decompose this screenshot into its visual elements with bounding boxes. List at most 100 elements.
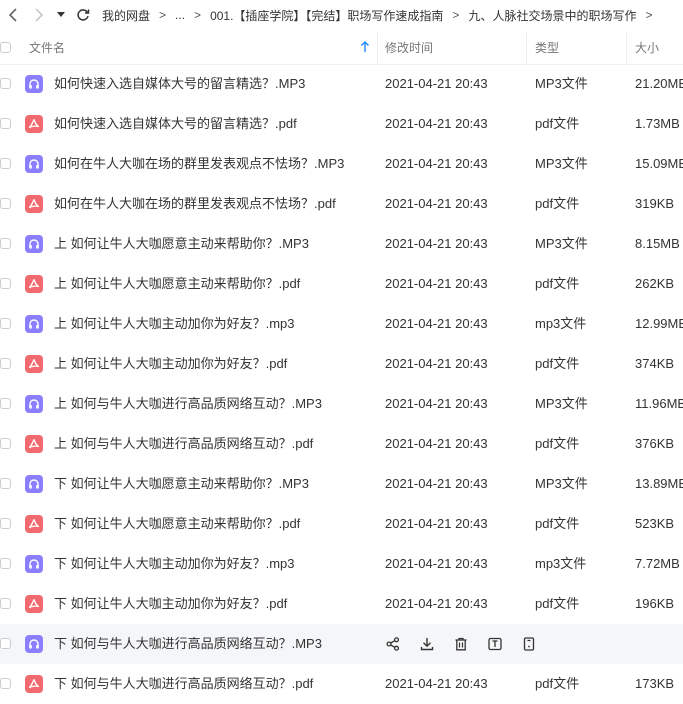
file-name[interactable]: 上 如何让牛人大咖主动加你为好友？.mp3	[54, 304, 295, 344]
pdf-file-icon	[25, 435, 43, 453]
file-type: MP3文件	[535, 396, 588, 411]
sort-ascending-icon[interactable]	[360, 41, 370, 55]
breadcrumb-item[interactable]: 九、人脉社交场景中的职场写作	[468, 7, 636, 24]
file-size: 374KB	[635, 356, 675, 371]
file-type: MP3文件	[535, 76, 588, 91]
file-row[interactable]: 如何快速入选自媒体大号的留言精选？.pdf 2021-04-21 20:43 pdf…	[0, 104, 683, 144]
file-modified-time: 2021-04-21 20:43	[385, 676, 488, 691]
file-row[interactable]: 上 如何与牛人大咖进行高品质网络互动？.MP3 2021-04-21 20:43 M…	[0, 384, 683, 424]
column-divider[interactable]	[377, 32, 378, 64]
row-checkbox[interactable]	[0, 118, 11, 129]
file-name[interactable]: 如何快速入选自媒体大号的留言精选？.pdf	[54, 104, 297, 144]
column-divider[interactable]	[626, 32, 627, 64]
rename-icon[interactable]	[487, 636, 503, 652]
file-name[interactable]: 下 如何与牛人大咖进行高品质网络互动？.pdf	[54, 664, 313, 704]
more-icon[interactable]	[521, 636, 537, 652]
row-checkbox[interactable]	[0, 318, 11, 329]
back-button[interactable]	[0, 0, 26, 30]
file-name[interactable]: 下 如何让牛人大咖愿意主动来帮助你？.pdf	[54, 504, 300, 544]
file-name[interactable]: 如何在牛人大咖在场的群里发表观点不怯场？.MP3	[54, 144, 344, 184]
audio-file-icon	[25, 75, 43, 93]
file-modified-time: 2021-04-21 20:43	[385, 236, 488, 251]
pdf-file-icon	[25, 195, 43, 213]
file-row[interactable]: 如何在牛人大咖在场的群里发表观点不怯场？.MP3 2021-04-21 20:43…	[0, 144, 683, 184]
file-size: 13.89MB	[635, 476, 683, 491]
select-all-checkbox[interactable]	[0, 42, 11, 53]
row-checkbox[interactable]	[0, 678, 11, 689]
row-checkbox[interactable]	[0, 438, 11, 449]
row-checkbox[interactable]	[0, 518, 11, 529]
pdf-file-icon	[25, 515, 43, 533]
file-row[interactable]: 上 如何让牛人大咖主动加你为好友？.pdf 2021-04-21 20:43 pdf…	[0, 344, 683, 384]
column-header-time[interactable]: 修改时间	[385, 32, 433, 64]
file-size: 376KB	[635, 436, 675, 451]
column-header-type[interactable]: 类型	[535, 32, 559, 64]
file-name[interactable]: 下 如何让牛人大咖愿意主动来帮助你？.MP3	[54, 464, 309, 504]
file-row[interactable]: 下 如何让牛人大咖主动加你为好友？.mp3 2021-04-21 20:43 mp3…	[0, 544, 683, 584]
refresh-button[interactable]	[70, 0, 96, 30]
file-type: MP3文件	[535, 476, 588, 491]
file-size: 8.15MB	[635, 236, 680, 251]
breadcrumb-separator: >	[194, 8, 202, 22]
file-size: 15.09MB	[635, 156, 683, 171]
row-checkbox[interactable]	[0, 478, 11, 489]
breadcrumb-ellipsis[interactable]: ...	[175, 8, 185, 22]
file-modified-time: 2021-04-21 20:43	[385, 396, 488, 411]
row-checkbox[interactable]	[0, 278, 11, 289]
file-name[interactable]: 下 如何与牛人大咖进行高品质网络互动？.MP3	[54, 624, 322, 664]
file-row[interactable]: 下 如何与牛人大咖进行高品质网络互动？.MP3	[0, 624, 683, 664]
audio-file-icon	[25, 235, 43, 253]
file-row[interactable]: 上 如何与牛人大咖进行高品质网络互动？.pdf 2021-04-21 20:43 p…	[0, 424, 683, 464]
file-name[interactable]: 如何快速入选自媒体大号的留言精选？.MP3	[54, 64, 305, 104]
row-checkbox[interactable]	[0, 598, 11, 609]
file-type: MP3文件	[535, 156, 588, 171]
file-row[interactable]: 上 如何让牛人大咖愿意主动来帮助你？.MP3 2021-04-21 20:43 MP…	[0, 224, 683, 264]
row-checkbox[interactable]	[0, 638, 11, 649]
file-name[interactable]: 上 如何让牛人大咖主动加你为好友？.pdf	[54, 344, 287, 384]
row-checkbox[interactable]	[0, 158, 11, 169]
file-row[interactable]: 上 如何让牛人大咖主动加你为好友？.mp3 2021-04-21 20:43 mp3…	[0, 304, 683, 344]
file-name[interactable]: 上 如何与牛人大咖进行高品质网络互动？.pdf	[54, 424, 313, 464]
row-checkbox[interactable]	[0, 358, 11, 369]
file-row[interactable]: 下 如何让牛人大咖愿意主动来帮助你？.MP3 2021-04-21 20:43 MP…	[0, 464, 683, 504]
audio-file-icon	[25, 475, 43, 493]
forward-button[interactable]	[26, 0, 52, 30]
column-header-size[interactable]: 大小	[635, 32, 659, 64]
file-row[interactable]: 上 如何让牛人大咖愿意主动来帮助你？.pdf 2021-04-21 20:43 pd…	[0, 264, 683, 304]
file-type: pdf文件	[535, 276, 580, 291]
row-checkbox[interactable]	[0, 558, 11, 569]
file-name[interactable]: 如何在牛人大咖在场的群里发表观点不怯场？.pdf	[54, 184, 336, 224]
breadcrumb-item[interactable]: 我的网盘	[102, 7, 150, 24]
download-icon[interactable]	[419, 636, 435, 652]
file-size: 11.96MB	[635, 396, 683, 411]
history-dropdown-button[interactable]	[52, 0, 70, 30]
file-row[interactable]: 如何快速入选自媒体大号的留言精选？.MP3 2021-04-21 20:43 MP3…	[0, 64, 683, 104]
file-row[interactable]: 如何在牛人大咖在场的群里发表观点不怯场？.pdf 2021-04-21 20:43…	[0, 184, 683, 224]
file-row[interactable]: 下 如何让牛人大咖愿意主动来帮助你？.pdf 2021-04-21 20:43 pd…	[0, 504, 683, 544]
file-name[interactable]: 上 如何让牛人大咖愿意主动来帮助你？.pdf	[54, 264, 300, 304]
file-modified-time: 2021-04-21 20:43	[385, 516, 488, 531]
breadcrumb: 我的网盘 >... >001.【插座学院】【完结】职场写作速成指南 > 九、人脉社交场景…	[102, 7, 661, 24]
row-checkbox[interactable]	[0, 78, 11, 89]
column-divider[interactable]	[526, 32, 527, 64]
row-checkbox[interactable]	[0, 398, 11, 409]
breadcrumb-item[interactable]: 001.【插座学院】【完结】职场写作速成指南	[210, 7, 443, 24]
file-name[interactable]: 上 如何与牛人大咖进行高品质网络互动？.MP3	[54, 384, 322, 424]
file-size: 7.72MB	[635, 556, 680, 571]
file-row[interactable]: 下 如何让牛人大咖主动加你为好友？.pdf 2021-04-21 20:43 pdf…	[0, 584, 683, 624]
file-name[interactable]: 下 如何让牛人大咖主动加你为好友？.mp3	[54, 544, 295, 584]
file-name[interactable]: 上 如何让牛人大咖愿意主动来帮助你？.MP3	[54, 224, 309, 264]
column-header-name[interactable]: 文件名	[29, 32, 65, 64]
row-checkbox[interactable]	[0, 198, 11, 209]
pdf-file-icon	[25, 275, 43, 293]
delete-icon[interactable]	[453, 636, 469, 652]
file-name[interactable]: 下 如何让牛人大咖主动加你为好友？.pdf	[54, 584, 287, 624]
row-checkbox[interactable]	[0, 238, 11, 249]
file-type: pdf文件	[535, 196, 580, 211]
share-icon[interactable]	[385, 636, 401, 652]
chevron-left-icon	[8, 8, 17, 22]
file-row[interactable]: 下 如何与牛人大咖进行高品质网络互动？.pdf 2021-04-21 20:43 p…	[0, 664, 683, 704]
file-size: 1.73MB	[635, 116, 680, 131]
file-modified-time: 2021-04-21 20:43	[385, 116, 488, 131]
file-size: 12.99MB	[635, 316, 683, 331]
